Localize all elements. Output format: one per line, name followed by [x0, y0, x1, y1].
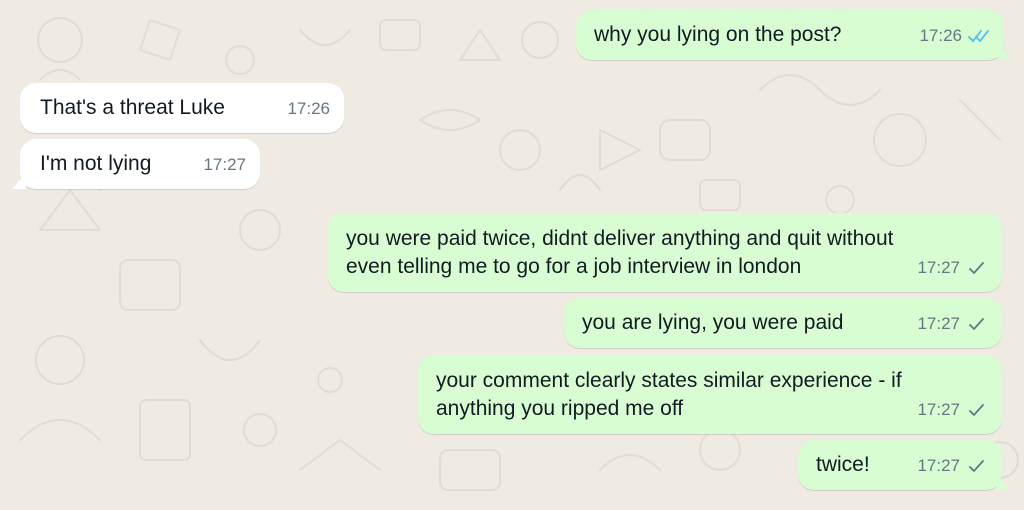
message-time: 17:26 [919, 26, 962, 45]
single-check-icon [969, 262, 984, 275]
message-time: 17:27 [917, 400, 960, 419]
message-text-line: even telling me to go for a job intervie… [346, 255, 802, 278]
single-check-icon [969, 460, 984, 473]
message-text-line: anything you ripped me off [436, 397, 684, 420]
message-bubble-outgoing[interactable]: twice! 17:27 [798, 440, 1010, 490]
bubble-tail [12, 173, 26, 189]
bubble-tail [996, 474, 1010, 490]
message-time: 17:27 [917, 314, 960, 333]
message-text: That's a threat Luke [40, 96, 225, 119]
message-text-line: your comment clearly states similar expe… [436, 369, 902, 392]
single-check-icon [969, 318, 984, 331]
single-check-icon [969, 404, 984, 417]
message-bubble-outgoing[interactable]: your comment clearly states similar expe… [418, 355, 1002, 434]
message-time: 17:27 [917, 258, 960, 277]
message-text-line: you were paid twice, didnt deliver anyth… [346, 227, 894, 250]
message-bubble-outgoing[interactable]: why you lying on the post? 17:26 [576, 10, 1012, 60]
message-time: 17:26 [287, 99, 330, 118]
bubble-tail [998, 44, 1012, 60]
message-text: you are lying, you were paid [582, 311, 844, 334]
message-bubble-outgoing[interactable]: you are lying, you were paid 17:27 [564, 298, 1002, 348]
message-time: 17:27 [917, 456, 960, 475]
message-bubble-incoming[interactable]: That's a threat Luke 17:26 [20, 83, 344, 133]
message-bubble-outgoing[interactable]: you were paid twice, didnt deliver anyth… [328, 213, 1002, 292]
message-text: I'm not lying [40, 152, 152, 175]
double-check-icon [968, 30, 989, 43]
message-bubble-incoming[interactable]: I'm not lying 17:27 [12, 139, 260, 189]
message-text: twice! [816, 453, 870, 476]
message-text: why you lying on the post? [594, 23, 842, 46]
message-time: 17:27 [203, 155, 246, 174]
